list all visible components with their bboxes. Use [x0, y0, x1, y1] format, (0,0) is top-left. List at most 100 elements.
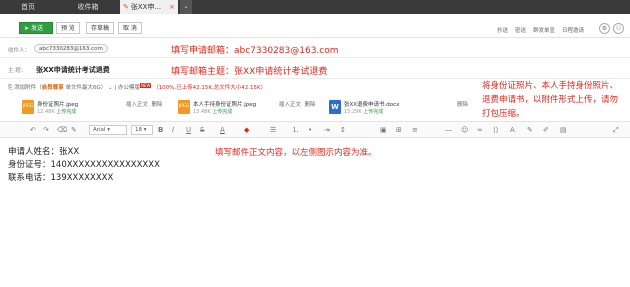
- emoji-icon[interactable]: ☺: [461, 125, 468, 135]
- attach-suffix: ）: [100, 85, 107, 91]
- attachment-bar: ⎘ 添加附件（会员尊享 单文件最大6G） ⌄ | 办公模版NEW （100%,已…: [8, 83, 267, 91]
- vip-label: 会员尊享: [41, 85, 64, 91]
- format-painter-icon[interactable]: ✎: [71, 125, 77, 135]
- indent-icon[interactable]: ⇥: [324, 125, 330, 135]
- separate-send-link[interactable]: 群发单显: [533, 26, 555, 34]
- delete-attachment-button[interactable]: 删除: [457, 102, 468, 108]
- code-icon[interactable]: ⟨⟩: [493, 125, 498, 135]
- body-annotation: 填写邮件正文内容，以左侧图示内容为准。: [215, 148, 377, 158]
- source-icon[interactable]: ✎: [527, 125, 533, 135]
- template-icon[interactable]: A: [510, 125, 515, 135]
- insert-inline-button[interactable]: 插入正文: [126, 102, 148, 108]
- font-size-value: 18: [135, 127, 142, 133]
- attachment-name: 本人手持身份证照片.jpeg: [193, 102, 257, 108]
- bcc-link[interactable]: 密送: [515, 26, 526, 34]
- close-tab-icon[interactable]: ×: [169, 0, 175, 14]
- annotation-line: 将身份证照片、本人手持身份照片、: [482, 81, 619, 91]
- tab-home[interactable]: 首页: [0, 0, 56, 14]
- editor-toolbar: ↶ ↷ ⌫ ✎ Arial ▾ 18 ▾ B I U S A ◆ ☰ ⒈ • ⇥…: [0, 121, 630, 138]
- attachment-name: 张XX退费申请书.docx: [344, 102, 400, 108]
- image-icon[interactable]: ▣: [380, 125, 387, 135]
- delete-attachment-button[interactable]: 删除: [152, 102, 163, 108]
- upload-status: 上传完成: [56, 109, 77, 115]
- insert-inline-button[interactable]: 插入正文: [279, 102, 301, 108]
- attachment-size: 15.29K: [344, 109, 362, 115]
- attachment-annotation: 将身份证照片、本人手持身份照片、 退费申请书，以附件形式上传，请勿 打包压缩。: [482, 79, 618, 121]
- vip-limit-text: 单文件最大6G: [65, 85, 101, 91]
- attachment-name: 身份证照片.jpeg: [37, 102, 79, 108]
- cancel-button[interactable]: 取 消: [118, 22, 142, 34]
- markdown-icon[interactable]: ▤: [560, 125, 567, 135]
- font-color-icon[interactable]: A: [220, 125, 225, 135]
- settings-icon[interactable]: ⚙: [599, 23, 610, 34]
- subject-row: 主 题： 张XX申请统计考试退费 填写邮箱主题：张XX申请统计考试退费: [0, 59, 630, 79]
- annotation-line: 退费申请书，以附件形式上传，请勿: [482, 95, 619, 105]
- body-line: 申请人姓名：张XX: [8, 147, 80, 157]
- chevron-down-icon[interactable]: ⌄: [108, 85, 113, 91]
- font-family-select[interactable]: Arial ▾: [89, 125, 127, 135]
- save-draft-button[interactable]: 存草稿: [86, 22, 115, 34]
- attachment-size: 12.48K: [37, 109, 55, 115]
- attachment-actions: 插入正文 删除: [279, 100, 316, 108]
- align-icon[interactable]: ☰: [270, 125, 276, 135]
- preview-button[interactable]: 预 览: [56, 22, 80, 34]
- upload-status: 上传完成: [363, 109, 384, 115]
- subject-annotation: 填写邮箱主题：张XX申请统计考试退费: [171, 67, 328, 77]
- italic-icon[interactable]: I: [172, 125, 174, 135]
- attachment-item: JPEG 本人手持身份证照片.jpeg 13.48K 上传完成 插入正文 删除: [178, 99, 328, 117]
- eraser-icon[interactable]: ⌫: [57, 125, 67, 135]
- recipient-chip[interactable]: abc7330283@163.com: [34, 44, 108, 53]
- recipient-options: 抄送 密送 群发单显 日程邀请: [497, 26, 584, 34]
- divider-icon[interactable]: ―: [445, 125, 452, 135]
- new-badge: NEW: [139, 83, 152, 88]
- more-format-icon[interactable]: ≡: [412, 125, 418, 135]
- edit-icon: ✎: [123, 3, 129, 11]
- jpeg-file-icon: JPEG: [178, 100, 190, 114]
- tab-compose[interactable]: ✎ 张XX申... ×: [120, 0, 178, 14]
- recipient-row: 收件人： abc7330283@163.com 填写申请邮箱：abc733028…: [0, 40, 630, 58]
- add-attachment-link[interactable]: 添加附件（: [14, 85, 42, 91]
- jpeg-file-icon: JPEG: [22, 100, 34, 114]
- font-size-select[interactable]: 18 ▾: [131, 125, 153, 135]
- cc-link[interactable]: 抄送: [497, 26, 508, 34]
- contacts-icon[interactable]: ⚇: [613, 23, 624, 34]
- upload-status: 上传完成: [212, 109, 233, 115]
- send-button[interactable]: ➤ 发送: [19, 22, 53, 34]
- fullscreen-icon[interactable]: ⤢: [613, 125, 619, 135]
- tab-dropdown-icon[interactable]: ⌄: [180, 0, 192, 14]
- underline-icon[interactable]: U: [186, 125, 191, 135]
- attachment-meta: 13.48K 上传完成: [193, 108, 232, 115]
- subject-label: 主 题：: [8, 68, 27, 74]
- compose-toolbar: ➤ 发送 预 览 存草稿 取 消 抄送 密送 群发单显 日程邀请 ⚙ ⚇: [0, 16, 630, 38]
- ordered-list-icon[interactable]: ⒈: [292, 125, 299, 135]
- attachment-size: 13.48K: [193, 109, 211, 115]
- bullet-list-icon[interactable]: •: [308, 125, 312, 135]
- highlight-icon[interactable]: ◆: [244, 125, 249, 135]
- table-icon[interactable]: ⊞: [396, 125, 402, 135]
- subject-input[interactable]: 张XX申请统计考试退费: [36, 65, 110, 75]
- edit-icon[interactable]: ✐: [543, 125, 549, 135]
- attachment-actions: 插入正文 删除: [126, 100, 163, 108]
- tab-compose-label: 张XX申...: [130, 3, 162, 11]
- font-family-value: Arial: [93, 127, 106, 133]
- recipient-label: 收件人：: [8, 48, 31, 54]
- link-icon[interactable]: ∞: [477, 125, 483, 135]
- schedule-invite-link[interactable]: 日程邀请: [562, 26, 584, 34]
- delete-attachment-button[interactable]: 删除: [305, 102, 316, 108]
- send-label: 发送: [30, 25, 43, 32]
- email-body[interactable]: 申请人姓名：张XX 身份证号：140XXXXXXXXXXXXXXXX 联系电话：…: [8, 146, 160, 185]
- office-template-link[interactable]: 办公模版: [118, 85, 140, 91]
- undo-icon[interactable]: ↶: [30, 125, 36, 135]
- upload-capacity-text: （100%,已上传42.15K,总文件大小42.15K）: [153, 85, 267, 91]
- attachment-meta: 15.29K 上传完成: [344, 108, 383, 115]
- attachment-item: JPEG 身份证照片.jpeg 12.48K 上传完成 插入正文 删除: [22, 99, 172, 117]
- attachment-item: W 张XX退费申请书.docx 15.29K 上传完成 删除: [329, 99, 477, 117]
- bold-icon[interactable]: B: [158, 125, 163, 135]
- word-file-icon: W: [329, 100, 341, 114]
- tab-inbox[interactable]: 收件箱: [60, 0, 116, 14]
- body-line: 联系电话：139XXXXXXXX: [8, 173, 114, 183]
- strikethrough-icon[interactable]: S: [200, 125, 204, 135]
- redo-icon[interactable]: ↷: [43, 125, 49, 135]
- annotation-line: 打包压缩。: [482, 109, 525, 119]
- line-height-icon[interactable]: ↕: [340, 125, 346, 135]
